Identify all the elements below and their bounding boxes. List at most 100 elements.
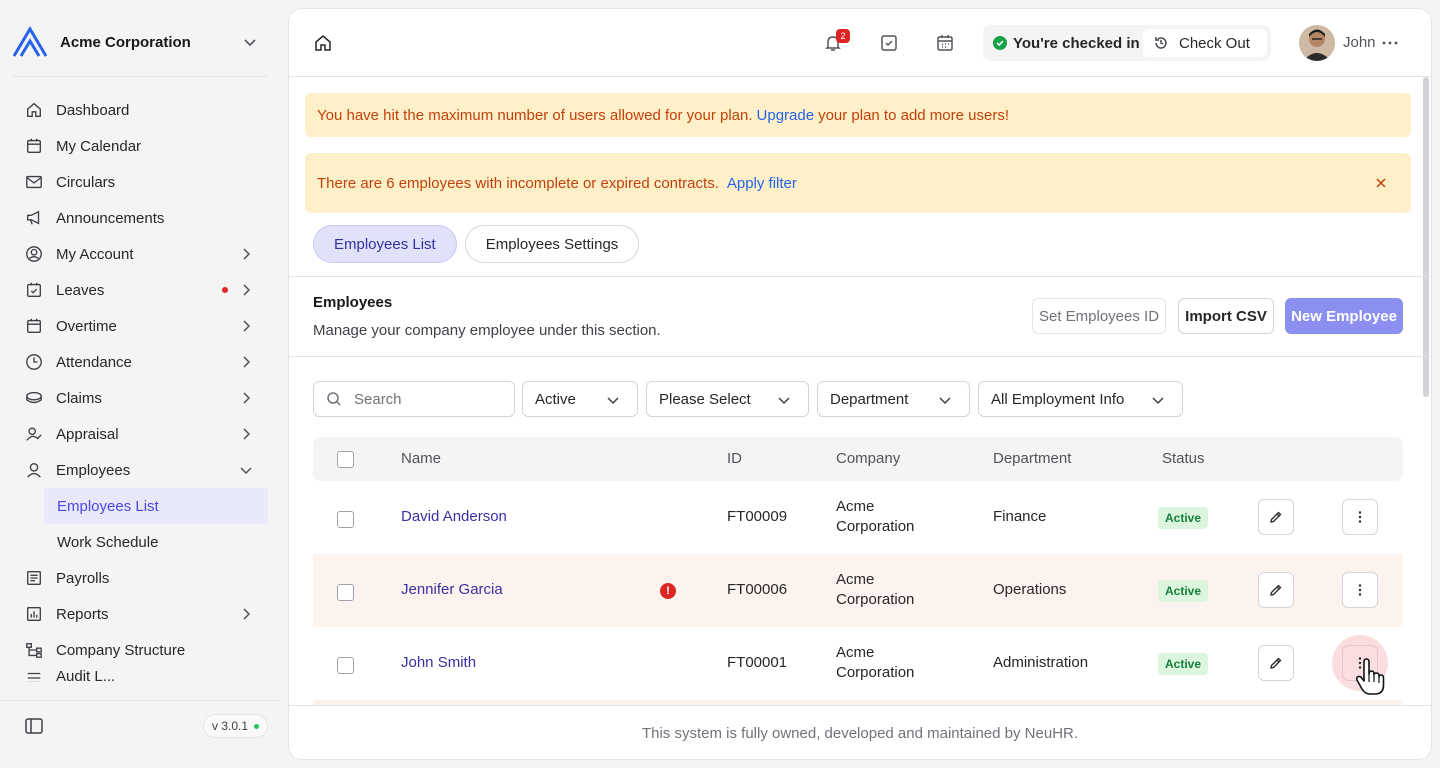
search-field[interactable] <box>313 381 515 417</box>
sidebar-item-circulars[interactable]: Circulars <box>12 164 268 200</box>
calendar-icon <box>24 136 44 156</box>
sidebar-item-my-calendar[interactable]: My Calendar <box>12 128 268 164</box>
column-header-status[interactable]: Status <box>1162 450 1205 467</box>
sidebar-item-label: Payrolls <box>56 569 110 587</box>
employee-name-link[interactable]: Jennifer Garcia <box>401 581 503 598</box>
chevron-down-icon <box>778 397 790 405</box>
edit-button[interactable] <box>1258 645 1294 681</box>
row-more-button[interactable] <box>1342 499 1378 535</box>
employee-company: Acme Corporation <box>836 643 914 683</box>
sidebar-item-company-structure[interactable]: Company Structure <box>12 632 268 668</box>
plan-limit-text-end: your plan to add more users! <box>818 106 1009 124</box>
tab-employees-list[interactable]: Employees List <box>313 225 457 263</box>
company-line-1: Acme <box>836 498 875 515</box>
sidebar-item-audit-logs[interactable]: Audit L... <box>12 668 268 682</box>
chevron-down-icon <box>244 39 256 47</box>
column-header-id[interactable]: ID <box>727 450 742 467</box>
sidebar-item-label: Audit L... <box>56 668 116 682</box>
employee-name-link[interactable]: John Smith <box>401 654 476 671</box>
contracts-alert-text: There are 6 employees with incomplete or… <box>317 174 719 192</box>
user-circle-icon <box>24 244 44 264</box>
company-switcher[interactable]: Acme Corporation <box>12 22 268 62</box>
sidebar-item-label: My Calendar <box>56 137 142 155</box>
scrollbar[interactable] <box>1423 77 1429 397</box>
department-select-value: Department <box>830 390 909 408</box>
sidebar-item-overtime[interactable]: Overtime <box>12 308 268 344</box>
edit-button[interactable] <box>1258 499 1294 535</box>
chevron-right-icon <box>243 320 251 332</box>
section-description: Manage your company employee under this … <box>313 322 661 339</box>
please-select-dropdown[interactable]: Please Select <box>646 381 809 417</box>
sidebar-toggle-icon[interactable] <box>24 716 44 736</box>
receipt-icon <box>24 568 44 588</box>
checkin-status: You're checked in Check Out <box>983 25 1271 61</box>
company-line-2: Corporation <box>836 518 915 535</box>
user-name[interactable]: John <box>1343 34 1376 51</box>
sidebar-subitem-employees-list[interactable]: Employees List <box>44 488 268 524</box>
sidebar-item-leaves[interactable]: Leaves <box>12 272 268 308</box>
sidebar-item-attendance[interactable]: Attendance <box>12 344 268 380</box>
coins-icon <box>24 388 44 408</box>
sidebar-subitem-work-schedule[interactable]: Work Schedule <box>44 524 268 560</box>
megaphone-icon <box>24 208 44 228</box>
sidebar-item-label: Overtime <box>56 317 117 335</box>
employees-table: Name ID Company Department Status David … <box>313 437 1403 710</box>
search-input[interactable] <box>354 390 504 408</box>
sidebar-item-reports[interactable]: Reports <box>12 596 268 632</box>
notification-badge: 2 <box>836 29 850 43</box>
row-checkbox[interactable] <box>337 657 354 674</box>
warning-icon[interactable]: ! <box>660 583 676 599</box>
tabs-divider <box>289 276 1431 277</box>
new-employee-button[interactable]: New Employee <box>1285 298 1403 334</box>
upgrade-link[interactable]: Upgrade <box>757 107 815 124</box>
chevron-down-icon <box>939 397 951 405</box>
sidebar-item-label: Appraisal <box>56 425 119 443</box>
status-select[interactable]: Active <box>522 381 638 417</box>
user-check-icon <box>24 424 44 444</box>
edit-button[interactable] <box>1258 572 1294 608</box>
check-out-label: Check Out <box>1179 34 1250 52</box>
department-select[interactable]: Department <box>817 381 970 417</box>
checkbox-task-icon[interactable] <box>879 33 899 53</box>
row-checkbox[interactable] <box>337 511 354 528</box>
more-horizontal-icon[interactable] <box>1381 33 1399 53</box>
sidebar-item-dashboard[interactable]: Dashboard <box>12 92 268 128</box>
sidebar-item-label: My Account <box>56 245 134 263</box>
column-header-company[interactable]: Company <box>836 450 900 467</box>
row-more-button[interactable] <box>1342 572 1378 608</box>
row-checkbox[interactable] <box>337 584 354 601</box>
avatar[interactable] <box>1299 25 1335 61</box>
clock-rotate-icon <box>1155 37 1167 49</box>
sidebar-item-announcements[interactable]: Announcements <box>12 200 268 236</box>
company-name: Acme Corporation <box>60 33 191 51</box>
footer-text: This system is fully owned, developed an… <box>641 725 1079 742</box>
employee-id: FT00001 <box>727 654 788 671</box>
pencil-icon <box>1270 511 1282 523</box>
employee-id: FT00006 <box>727 581 788 598</box>
sidebar-item-my-account[interactable]: My Account <box>12 236 268 272</box>
company-line-1: Acme <box>836 644 875 661</box>
set-employees-id-button[interactable]: Set Employees ID <box>1032 298 1166 334</box>
close-icon[interactable] <box>1373 175 1389 191</box>
select-all-checkbox[interactable] <box>337 451 354 468</box>
apply-filter-link[interactable]: Apply filter <box>727 175 797 192</box>
import-csv-button[interactable]: Import CSV <box>1178 298 1274 334</box>
column-header-department[interactable]: Department <box>993 450 1071 467</box>
sidebar-item-payrolls[interactable]: Payrolls <box>12 560 268 596</box>
employment-info-select[interactable]: All Employment Info <box>978 381 1183 417</box>
status-badge: Active <box>1158 580 1209 602</box>
calendar-icon[interactable] <box>935 33 955 53</box>
sidebar-item-employees[interactable]: Employees <box>12 452 268 488</box>
sidebar-item-claims[interactable]: Claims <box>12 380 268 416</box>
table-row: John Smith FT00001 Acme Corporation Admi… <box>313 627 1403 700</box>
top-bar: 2 You're checked in Check Out John <box>289 9 1431 77</box>
chevron-down-icon <box>1152 397 1164 405</box>
column-header-name[interactable]: Name <box>401 450 441 467</box>
home-icon[interactable] <box>313 33 333 53</box>
sidebar-item-appraisal[interactable]: Appraisal <box>12 416 268 452</box>
hierarchy-icon <box>24 640 44 660</box>
tab-employees-settings[interactable]: Employees Settings <box>464 225 640 263</box>
status-badge: Active <box>1158 507 1209 529</box>
employee-name-link[interactable]: David Anderson <box>401 508 507 525</box>
check-out-button[interactable]: Check Out <box>1143 29 1267 57</box>
